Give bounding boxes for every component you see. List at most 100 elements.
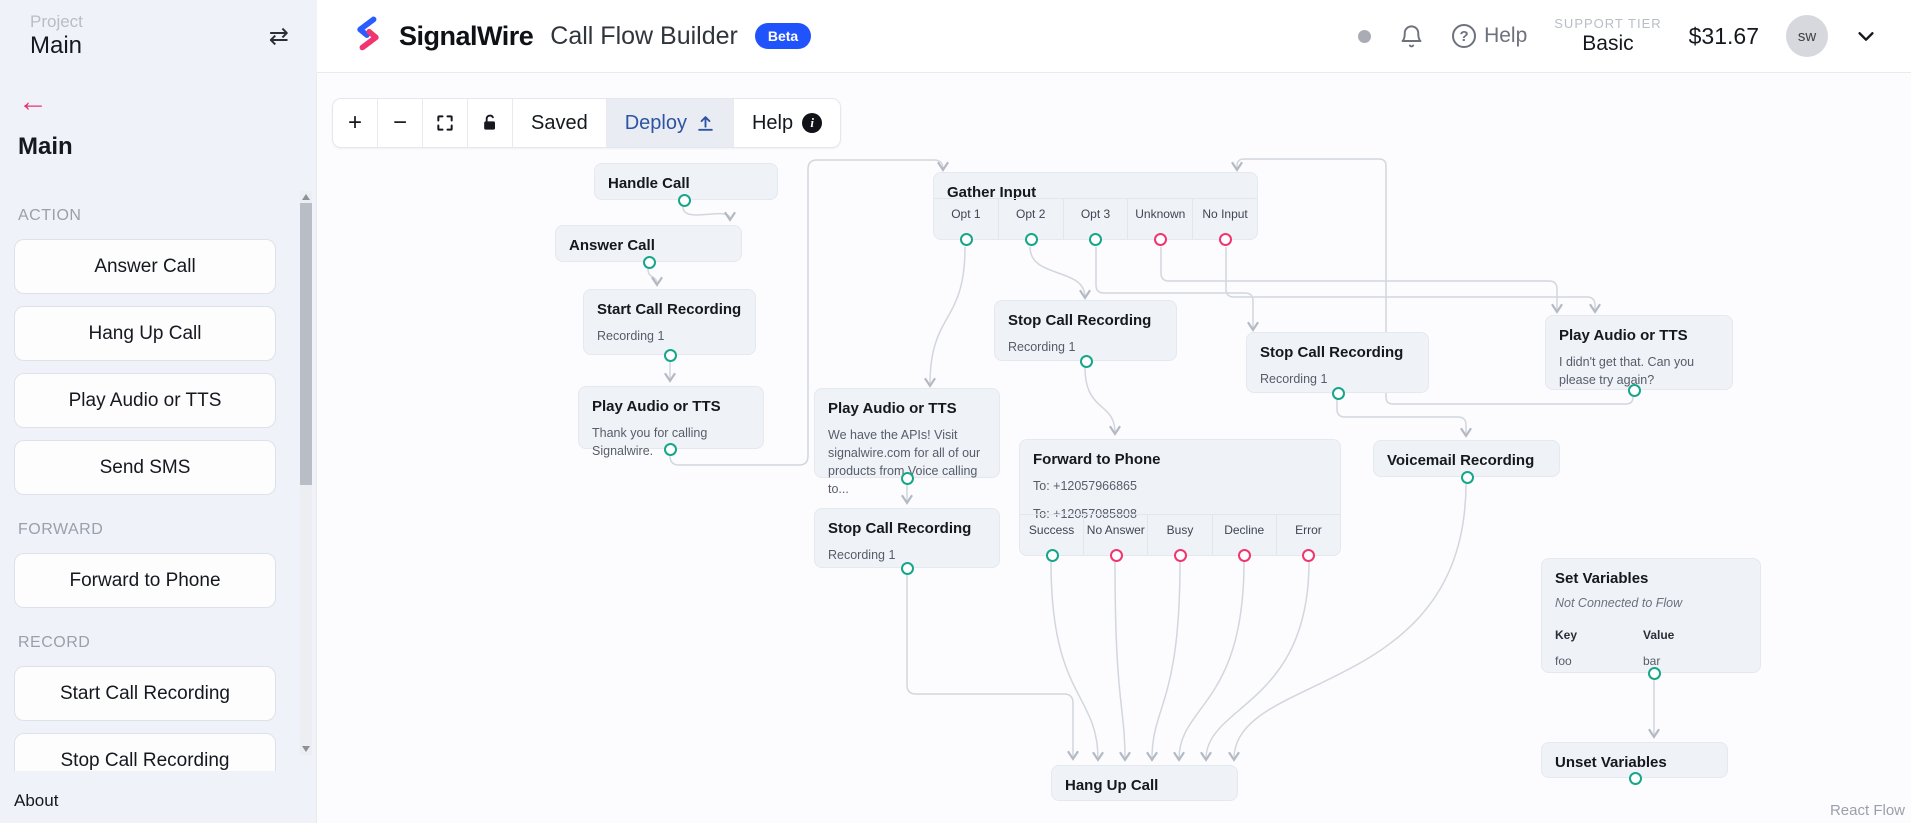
output-opt-2: Opt 2 (999, 199, 1064, 239)
output-handle[interactable] (643, 256, 656, 269)
scroll-up-icon[interactable] (302, 194, 310, 200)
avatar[interactable]: sw (1786, 15, 1828, 57)
output-handle[interactable] (678, 194, 691, 207)
output-handle[interactable] (901, 562, 914, 575)
flow-node-play-audio-tts-apis[interactable]: Play Audio or TTS We have the APIs! Visi… (814, 388, 1000, 478)
output-handle[interactable] (664, 443, 677, 456)
palette-item-play-audio-or-tts[interactable]: Play Audio or TTS (14, 373, 276, 428)
output-handle[interactable] (1110, 549, 1123, 562)
output-unknown: Unknown (1128, 199, 1193, 239)
flow-node-stop-call-recording-3[interactable]: Stop Call Recording Recording 1 (814, 508, 1000, 568)
output-handle[interactable] (1219, 233, 1232, 246)
output-no-input: No Input (1193, 199, 1257, 239)
sidebar-scrollbar[interactable] (300, 191, 312, 755)
account-balance: $31.67 (1689, 23, 1759, 50)
output-no-answer: No Answer (1084, 515, 1148, 555)
project-label: Project (30, 12, 83, 32)
signalwire-logo-icon (350, 16, 386, 57)
project-name: Main (30, 32, 83, 60)
palette-item-answer-call[interactable]: Answer Call (14, 239, 276, 294)
flow-node-play-audio-tts-retry[interactable]: Play Audio or TTS I didn't get that. Can… (1545, 315, 1733, 390)
support-tier: SUPPORT TIER Basic (1554, 16, 1661, 57)
project-switcher: Project Main ⇄ (0, 0, 317, 73)
app-header: Project Main ⇄ SignalWire Call Flow Buil… (0, 0, 1911, 73)
flow-node-voicemail-recording[interactable]: Voicemail Recording (1373, 440, 1560, 477)
lock-button[interactable] (468, 99, 513, 147)
flow-node-play-audio-tts-thanks[interactable]: Play Audio or TTS Thank you for calling … (578, 386, 764, 449)
output-opt-3: Opt 3 (1064, 199, 1129, 239)
output-busy: Busy (1148, 515, 1212, 555)
flow-node-set-variables[interactable]: Set Variables Not Connected to Flow Key … (1541, 558, 1761, 673)
bell-icon (1398, 23, 1425, 50)
flow-node-stop-call-recording-1[interactable]: Stop Call Recording Recording 1 (994, 300, 1177, 361)
output-success: Success (1020, 515, 1084, 555)
output-handle[interactable] (1332, 387, 1345, 400)
project-swap-icon[interactable]: ⇄ (269, 22, 289, 51)
info-icon: i (802, 113, 822, 133)
sidebar-title: Main (18, 133, 73, 161)
output-handle[interactable] (1648, 667, 1661, 680)
palette-item-forward-to-phone[interactable]: Forward to Phone (14, 553, 276, 608)
output-handle[interactable] (1461, 471, 1474, 484)
output-handle[interactable] (1154, 233, 1167, 246)
flow-node-answer-call[interactable]: Answer Call (555, 225, 742, 262)
section-label-record: RECORD (18, 634, 276, 652)
back-button[interactable]: ← (18, 87, 48, 117)
scrollbar-thumb[interactable] (300, 203, 312, 485)
notifications-button[interactable] (1398, 23, 1425, 50)
zoom-in-button[interactable]: + (333, 99, 378, 147)
output-handle[interactable] (1025, 233, 1038, 246)
output-decline: Decline (1213, 515, 1277, 555)
kv-key-header: Key (1555, 628, 1643, 642)
output-handle[interactable] (1628, 384, 1641, 397)
node-palette: ACTION Answer Call Hang Up Call Play Aud… (0, 185, 296, 771)
output-opt-1: Opt 1 (934, 199, 999, 239)
support-tier-label: SUPPORT TIER (1554, 16, 1661, 32)
help-button[interactable]: ? Help (1452, 24, 1527, 48)
react-flow-attribution: React Flow (1830, 802, 1905, 819)
about-link[interactable]: About (14, 791, 58, 811)
toolbar-help-label: Help (752, 112, 793, 135)
output-handle[interactable] (1080, 355, 1093, 368)
fit-view-button[interactable] (423, 99, 468, 147)
flow-node-forward-to-phone[interactable]: Forward to Phone To: +12057966865 To: +1… (1019, 439, 1341, 556)
flow-node-gather-input[interactable]: Gather Input Opt 1 Opt 2 Opt 3 Unknown N… (933, 172, 1258, 240)
output-handle[interactable] (1629, 772, 1642, 785)
beta-badge: Beta (755, 23, 811, 49)
flow-node-start-call-recording[interactable]: Start Call Recording Recording 1 (583, 289, 756, 355)
palette-item-start-call-recording[interactable]: Start Call Recording (14, 666, 276, 721)
kv-value-header: Value (1643, 628, 1674, 642)
support-tier-value: Basic (1554, 31, 1661, 56)
lock-icon (480, 113, 500, 133)
output-handle[interactable] (960, 233, 973, 246)
output-handle[interactable] (1302, 549, 1315, 562)
flow-canvas[interactable]: + − Saved Deploy Help i Handle Ca (317, 73, 1911, 823)
output-handle[interactable] (664, 349, 677, 362)
output-handle[interactable] (1174, 549, 1187, 562)
scroll-down-icon[interactable] (302, 746, 310, 752)
palette-item-stop-call-recording[interactable]: Stop Call Recording (14, 733, 276, 771)
status-dot (1358, 30, 1371, 43)
flow-node-unset-variables[interactable]: Unset Variables (1541, 742, 1728, 778)
output-handle[interactable] (901, 472, 914, 485)
flow-node-stop-call-recording-2[interactable]: Stop Call Recording Recording 1 (1246, 332, 1429, 393)
flow-node-handle-call[interactable]: Handle Call (594, 163, 778, 200)
brand-name: SignalWire (399, 21, 533, 52)
output-handle[interactable] (1089, 233, 1102, 246)
output-handle[interactable] (1238, 549, 1251, 562)
palette-item-hang-up-call[interactable]: Hang Up Call (14, 306, 276, 361)
toolbar-help-button[interactable]: Help i (734, 99, 840, 147)
flow-node-hang-up-call[interactable]: Hang Up Call (1051, 765, 1238, 801)
output-handle[interactable] (1046, 549, 1059, 562)
product-name: Call Flow Builder (550, 22, 738, 51)
account-menu-chevron[interactable] (1855, 25, 1877, 47)
deploy-label: Deploy (625, 112, 687, 135)
help-label: Help (1484, 24, 1527, 48)
zoom-out-button[interactable]: − (378, 99, 423, 147)
palette-item-send-sms[interactable]: Send SMS (14, 440, 276, 495)
canvas-toolbar: + − Saved Deploy Help i (332, 98, 841, 148)
save-status: Saved (513, 99, 607, 147)
deploy-button[interactable]: Deploy (607, 99, 734, 147)
section-label-forward: FORWARD (18, 521, 276, 539)
sidebar: ← Main ACTION Answer Call Hang Up Call P… (0, 73, 317, 823)
